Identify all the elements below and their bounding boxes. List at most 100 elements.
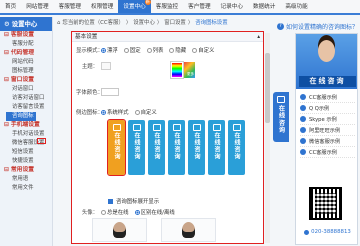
chat-icon — [172, 124, 181, 131]
contact-item[interactable]: 阿里旺旺示例 — [300, 125, 355, 136]
nav-stats[interactable]: 数据统计 — [248, 0, 280, 13]
icon-style-system[interactable]: 系统样式 — [101, 108, 129, 116]
nav-settings-label: 设置中心 — [123, 4, 146, 10]
sidebar-section-service[interactable]: ⊟ 客服设置 — [0, 31, 52, 40]
mode-hidden[interactable]: 隐藏 — [169, 46, 186, 54]
chat-icon — [232, 124, 241, 131]
chat-icon — [192, 124, 201, 131]
icon-style-list: 在线咨询 在线咨询 在线咨询 在线咨询 在线咨询 在线咨询 在线咨询 — [107, 119, 245, 176]
icon-option[interactable]: 在线咨询 — [208, 120, 225, 175]
minus-icon: ⊟ — [4, 32, 9, 38]
chat-icon — [152, 124, 161, 131]
icon-option[interactable]: 在线咨询 — [228, 120, 245, 175]
font-color-row: 字体颜色： — [76, 88, 119, 96]
icon-style-custom[interactable]: 自定义 — [134, 108, 157, 116]
sidebar-item-consult-icon[interactable]: 咨询图标 — [6, 112, 36, 121]
color-picker[interactable] — [170, 61, 184, 79]
theme-row: 主题： — [76, 62, 111, 70]
sidebar-item-files[interactable]: 常用文件 — [0, 184, 52, 193]
nav-settings-center[interactable]: 设置中心新 — [118, 0, 151, 13]
sidebar-item-visitor-window[interactable]: 访客对话窗口 — [0, 94, 52, 103]
mode-fixed[interactable]: 固定 — [123, 46, 141, 54]
preview-header: 在线咨询 — [296, 34, 357, 89]
chat-icon — [212, 124, 221, 131]
home-icon: ⌂ — [57, 20, 61, 26]
sidebar-item-service-assign[interactable]: 客服分配 — [0, 40, 52, 49]
icon-option[interactable]: 在线咨询 — [168, 120, 185, 175]
scrollbar[interactable] — [265, 33, 270, 243]
color-more-button[interactable]: 更多 — [184, 62, 195, 78]
nav-home[interactable]: 首页 — [0, 0, 21, 13]
avatar-always-online[interactable]: 总是在线 — [101, 208, 129, 216]
nav-customer[interactable]: 客户管理 — [183, 0, 215, 13]
nav-permission[interactable]: 权限管理 — [86, 0, 118, 13]
breadcrumb-current: 咨询图标设置 — [195, 20, 228, 26]
sidebar-section-window[interactable]: ⊟ 窗口设置 — [0, 76, 52, 85]
sidebar-section-mobile[interactable]: ⊟ 手机端设置 — [0, 121, 52, 130]
panel-title: 基本设置 ▴ — [72, 32, 263, 42]
sidebar-title: 设置中心 — [11, 20, 38, 28]
breadcrumb: ⌂ 您当前的位置（CC客服）〉 设置中心〉 窗口设置〉 咨询图标设置 — [57, 18, 228, 28]
phone-number: 020-38888813 — [296, 229, 359, 235]
nav-advanced[interactable]: 高级功能 — [280, 0, 312, 13]
new-badge: 新 — [144, 0, 151, 5]
expand-checkbox-row: 咨询图标展开显示 — [108, 197, 159, 205]
nav-site-manage[interactable]: 网站管理 — [21, 0, 53, 13]
sidebar-item-site-code[interactable]: 网站代码 — [0, 58, 52, 67]
sidebar-section-common[interactable]: ⊟ 常用设置 — [0, 166, 52, 175]
avatar-online[interactable] — [92, 218, 147, 242]
minus-icon: ⊟ — [4, 50, 9, 56]
minus-icon: ⊟ — [4, 77, 9, 83]
nav-service-manage[interactable]: 客服管理 — [54, 0, 86, 13]
sidebar-item-sms[interactable]: 短信设置 — [0, 148, 52, 157]
sidebar-item-chat-window[interactable]: 对话窗口 — [0, 85, 52, 94]
chat-icon — [132, 124, 141, 131]
icon-option[interactable]: 在线咨询 — [128, 120, 145, 175]
contact-item[interactable]: Q Q示例 — [300, 103, 355, 114]
cc-icon — [300, 149, 306, 155]
settings-panel: 基本设置 ▴ 显示模式： 漂浮 固定 列表 隐藏 自定义 主题： 更多 字体颜色：… — [71, 31, 264, 244]
help-link[interactable]: ? 如何设置精确的咨询图标？ — [277, 22, 358, 31]
font-color-field[interactable] — [101, 88, 119, 96]
contact-item[interactable]: CC客服示例 — [300, 147, 355, 158]
collapse-icon[interactable]: ▴ — [257, 32, 260, 41]
avatar-row: 头像： 总是在线 区别在线/离线 — [81, 208, 175, 216]
contact-item[interactable]: CC客服示例 — [300, 92, 355, 103]
breadcrumb-settings[interactable]: 设置中心 — [133, 18, 155, 28]
preview-float-panel: 在线咨询 CC客服示例 Q Q示例 Skype 示例 阿里旺旺示例 微信客服示例… — [295, 33, 358, 245]
skype-icon — [300, 116, 306, 122]
avatar-previews — [92, 218, 216, 242]
contact-item[interactable]: Skype 示例 — [300, 114, 355, 125]
icon-option[interactable]: 在线咨询 — [107, 119, 126, 176]
nav-monitor[interactable]: 客服监控 — [151, 0, 183, 13]
sidebar-item-icon-manage[interactable]: 图标管理 — [0, 67, 52, 76]
nav-records[interactable]: 记录中心 — [216, 0, 248, 13]
mode-float[interactable]: 漂浮 — [101, 46, 118, 54]
icon-option[interactable]: 在线咨询 — [148, 120, 165, 175]
preview-side-tab[interactable]: 在线咨询 — [273, 92, 289, 142]
icon-option[interactable]: 在线咨询 — [188, 120, 205, 175]
theme-swatch[interactable] — [101, 62, 111, 70]
contact-item[interactable]: 微信客服示例 — [300, 136, 355, 147]
avatar-online-offline[interactable]: 区别在线/离线 — [134, 208, 175, 216]
sidebar-item-phrases[interactable]: 常用语 — [0, 175, 52, 184]
breadcrumb-root[interactable]: 您当前的位置（CC客服） — [62, 18, 123, 28]
scrollbar-thumb[interactable] — [265, 53, 270, 123]
highlight-marker — [37, 138, 46, 144]
wangwang-icon — [300, 127, 306, 133]
avatar — [182, 222, 195, 238]
agent-photo — [318, 40, 335, 62]
display-mode-row: 显示模式： 漂浮 固定 列表 隐藏 自定义 — [76, 46, 215, 54]
sidebar-item-message-settings[interactable]: 访客留言设置 — [0, 103, 52, 112]
avatar-offline[interactable] — [161, 218, 216, 242]
cc-icon — [300, 94, 306, 100]
sidebar-section-code[interactable]: ⊟ 代码管理 — [0, 49, 52, 58]
sidebar-item-shortcut[interactable]: 快捷设置 — [0, 157, 52, 166]
expand-checkbox[interactable] — [108, 198, 113, 204]
breadcrumb-window[interactable]: 窗口设置 — [164, 18, 186, 28]
mode-custom[interactable]: 自定义 — [192, 46, 214, 54]
mode-list[interactable]: 列表 — [146, 46, 163, 54]
sidebar-header: ⚙ 设置中心 — [0, 17, 52, 31]
qr-code — [309, 187, 342, 220]
preview-banner: 在线咨询 — [299, 76, 356, 87]
